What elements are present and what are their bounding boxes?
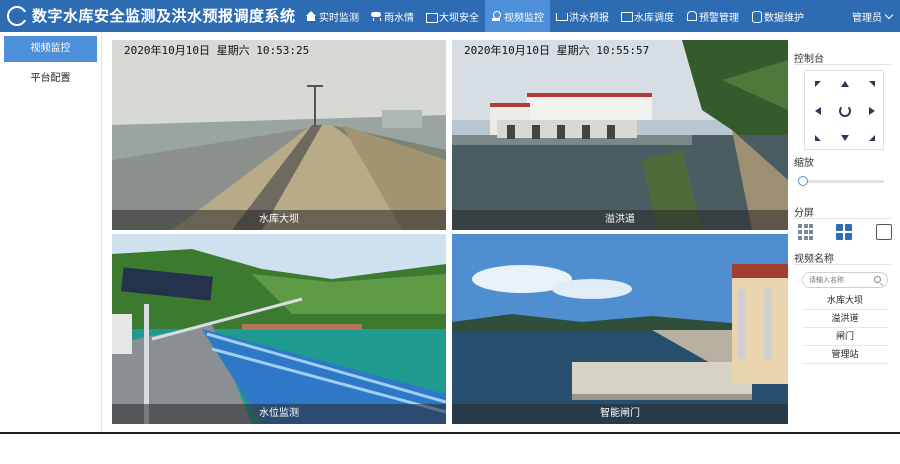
video-search-input[interactable] — [809, 274, 871, 286]
logo-icon — [7, 6, 28, 26]
layout-3x3-button[interactable] — [798, 224, 814, 240]
nav-item-rain[interactable]: 雨水情 — [365, 0, 420, 32]
divider — [794, 64, 892, 65]
nav-label: 大坝安全 — [439, 12, 479, 24]
sidebar-item-platform-config[interactable]: 平台配置 — [4, 66, 97, 92]
main-nav: 实时监测 雨水情 大坝安全 视频监控 洪水预报 水库调度 预警管理 数据维护 — [300, 0, 810, 32]
nav-label: 雨水情 — [384, 12, 414, 24]
control-panel: 控制台 缩放 分屏 视频名称 请输入名称 水库大坝 溢洪道 闸门 管理站 — [790, 40, 896, 432]
nav-item-realtime[interactable]: 实时监测 — [300, 0, 365, 32]
ptz-right-button[interactable] — [859, 98, 885, 124]
arrow-up-icon — [841, 81, 849, 87]
flood-icon — [556, 11, 568, 21]
search-icon[interactable] — [874, 276, 881, 283]
video-name-list: 水库大坝 溢洪道 闸门 管理站 — [802, 292, 888, 364]
video-list-item[interactable]: 闸门 — [802, 328, 888, 346]
ptz-down-right-button[interactable] — [859, 125, 885, 151]
nav-item-flood-forecast[interactable]: 洪水预报 — [550, 0, 615, 32]
dam-icon — [426, 11, 438, 23]
arrow-down-icon — [841, 135, 849, 141]
app-title: 数字水库安全监测及洪水预报调度系统 — [32, 7, 296, 25]
split-screen-title: 分屏 — [794, 208, 814, 219]
arrow-left-icon — [815, 107, 821, 115]
ptz-down-button[interactable] — [832, 125, 858, 151]
dam-scene-image — [112, 40, 446, 230]
sidebar: 视频监控 平台配置 — [0, 32, 102, 432]
sidebar-item-video[interactable]: 视频监控 — [4, 36, 97, 62]
nav-label: 实时监测 — [319, 12, 359, 24]
ptz-control-pad — [804, 70, 884, 150]
arrow-up-right-icon — [869, 81, 875, 87]
bell-icon — [686, 11, 697, 21]
ptz-up-left-button[interactable] — [805, 71, 831, 97]
bottom-border — [0, 432, 900, 434]
video-caption: 水位监测 — [112, 404, 446, 424]
video-tile-smart-gate[interactable]: 智能闸门 — [452, 234, 788, 424]
nav-item-data[interactable]: 数据维护 — [745, 0, 810, 32]
control-console-title: 控制台 — [794, 54, 824, 65]
camera-icon — [491, 11, 501, 21]
chevron-down-icon — [884, 10, 894, 19]
layout-2x2-button[interactable] — [836, 224, 852, 240]
water-level-scene-image — [112, 234, 446, 424]
video-name-title: 视频名称 — [794, 254, 834, 265]
home-icon — [306, 11, 316, 21]
ptz-up-button[interactable] — [832, 71, 858, 97]
video-search — [802, 272, 888, 288]
top-header: 数字水库安全监测及洪水预报调度系统 实时监测 雨水情 大坝安全 视频监控 洪水预… — [0, 0, 900, 32]
nav-item-alerts[interactable]: 预警管理 — [680, 0, 745, 32]
ptz-down-left-button[interactable] — [805, 125, 831, 151]
video-caption: 智能闸门 — [452, 404, 788, 424]
layout-1x1-button[interactable] — [876, 224, 892, 240]
video-list-item[interactable]: 溢洪道 — [802, 310, 888, 328]
arrow-down-left-icon — [815, 135, 821, 141]
nav-label: 水库调度 — [634, 12, 674, 24]
video-timestamp: 2020年10月10日 星期六 10:53:25 — [124, 44, 310, 57]
smart-gate-scene-image — [452, 234, 788, 424]
video-caption: 水库大坝 — [112, 210, 446, 230]
refresh-icon — [839, 105, 851, 117]
ptz-reset-button[interactable] — [832, 98, 858, 124]
database-icon — [751, 11, 762, 23]
arrow-right-icon — [869, 107, 875, 115]
video-list-item[interactable]: 管理站 — [802, 346, 888, 364]
nav-label: 数据维护 — [764, 12, 804, 24]
video-list-item[interactable]: 水库大坝 — [802, 292, 888, 310]
ptz-up-right-button[interactable] — [859, 71, 885, 97]
arrow-up-left-icon — [815, 81, 821, 87]
arrow-down-right-icon — [869, 135, 875, 141]
user-name: 管理员 — [852, 12, 882, 24]
zoom-slider[interactable] — [798, 176, 884, 186]
nav-item-video[interactable]: 视频监控 — [485, 0, 550, 32]
user-menu[interactable]: 管理员 — [852, 0, 894, 32]
zoom-title: 缩放 — [794, 158, 814, 169]
divider — [794, 218, 892, 219]
video-tile-dam[interactable]: 2020年10月10日 星期六 10:53:25 水库大坝 — [112, 40, 446, 230]
dispatch-icon — [621, 11, 633, 22]
nav-item-dispatch[interactable]: 水库调度 — [615, 0, 680, 32]
spillway-scene-image — [452, 40, 788, 230]
nav-label: 预警管理 — [699, 12, 739, 24]
nav-label: 视频监控 — [504, 12, 544, 24]
rain-icon — [371, 11, 381, 21]
nav-label: 洪水预报 — [569, 12, 609, 24]
video-caption: 溢洪道 — [452, 210, 788, 230]
video-tile-spillway[interactable]: 2020年10月10日 星期六 10:55:57 溢洪道 — [452, 40, 788, 230]
video-tile-water-level[interactable]: 水位监测 — [112, 234, 446, 424]
ptz-left-button[interactable] — [805, 98, 831, 124]
video-timestamp: 2020年10月10日 星期六 10:55:57 — [464, 44, 650, 57]
zoom-slider-thumb[interactable] — [798, 176, 808, 186]
nav-item-dam-safety[interactable]: 大坝安全 — [420, 0, 485, 32]
video-grid: 2020年10月10日 星期六 10:53:25 水库大坝 2020年10月10… — [112, 40, 788, 424]
divider — [794, 264, 892, 265]
